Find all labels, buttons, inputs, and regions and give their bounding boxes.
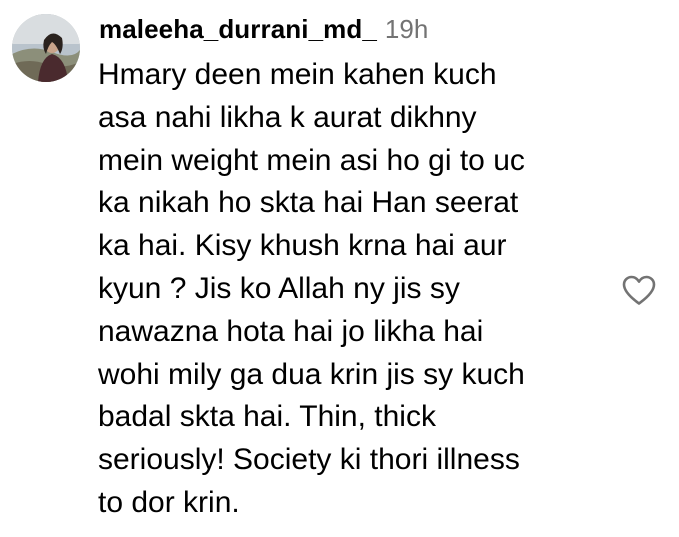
comment-text-line: nawazna hota hai jo likha hai: [98, 314, 484, 348]
comment-text-line: Hmary deen mein kahen kuch: [98, 58, 497, 91]
comment-text-line: ka hai. Kisy khush krna hai aur: [98, 229, 507, 263]
comment-text-line: ka nikah ho skta hai Han seerat: [98, 186, 519, 220]
comment-text: Hmary deen mein kahen kuch asa nahi likh…: [98, 54, 598, 525]
comment-text-line: kyun ? Jis ko Allah ny jis sy: [98, 271, 460, 305]
comment-text-line: badal skta hai. Thin, thick: [98, 400, 436, 434]
heart-outline-icon: [622, 275, 656, 305]
comment-text-line: mein weight mein asi ho gi to uc: [98, 143, 525, 177]
comment-text-line: seriously! Society ki thori illness: [98, 443, 520, 477]
comment-text-line: wohi mily ga dua krin jis sy kuch: [98, 357, 525, 391]
avatar[interactable]: [12, 14, 80, 82]
timestamp: 19h: [384, 14, 429, 44]
comment: maleeha_durrani_md_ 19h Hmary deen mein …: [0, 0, 679, 537]
avatar-image: [12, 14, 80, 82]
comment-text-line: asa nahi likha k aurat dikhny: [98, 100, 477, 134]
username[interactable]: maleeha_durrani_md_: [99, 14, 377, 45]
like-button[interactable]: [621, 274, 657, 306]
comment-text-line: to dor krin.: [98, 485, 240, 519]
comment-header: maleeha_durrani_md_ 19h: [99, 14, 428, 54]
